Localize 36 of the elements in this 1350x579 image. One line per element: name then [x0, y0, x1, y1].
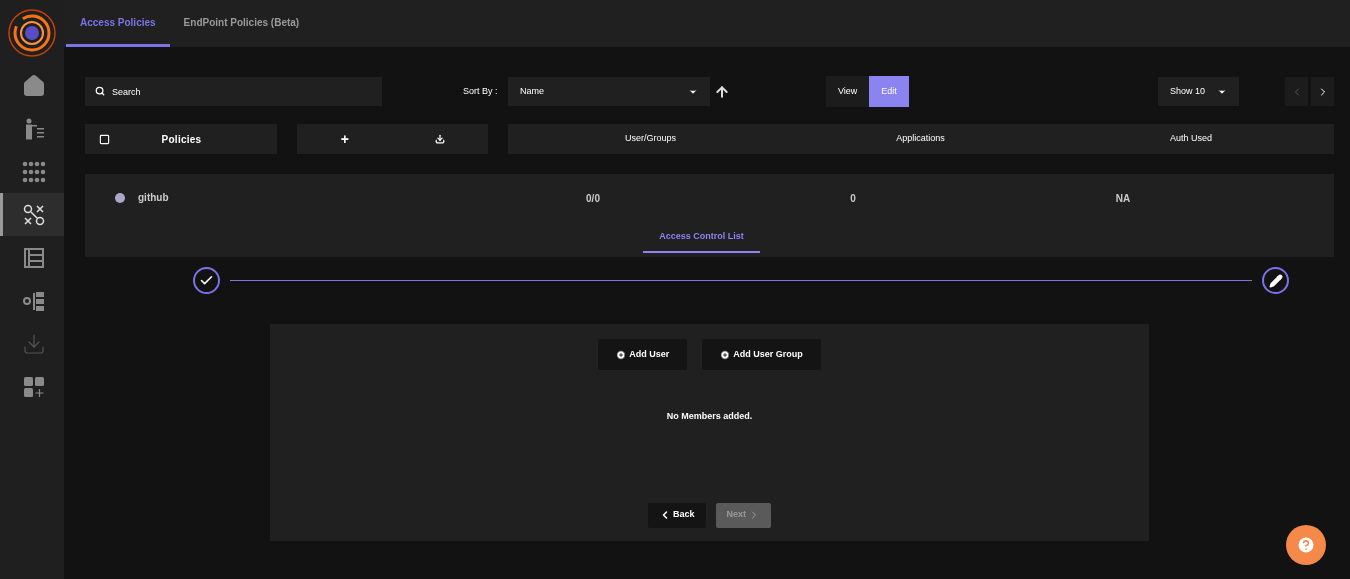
- page-size-select[interactable]: Show 10: [1158, 77, 1239, 106]
- column-header: Policies: [160, 132, 203, 147]
- add-member-button[interactable]: Add User: [598, 339, 688, 370]
- column-header: Applications: [895, 132, 946, 146]
- tab[interactable]: EndPoint Policies (Beta): [169, 0, 314, 47]
- apps-add-icon: [21, 374, 46, 399]
- home-icon: [21, 73, 46, 98]
- select-all-checkbox[interactable]: [99, 133, 110, 145]
- search-field[interactable]: Search: [85, 77, 382, 106]
- policy-name: github: [138, 190, 170, 205]
- search-icon: [95, 86, 105, 96]
- plus-circle-icon: [720, 349, 731, 360]
- back-button[interactable]: Back: [648, 502, 706, 528]
- subtab[interactable]: Access Control List: [643, 222, 760, 253]
- pencil-icon: [1268, 273, 1283, 288]
- add-member-button[interactable]: Add User Group: [702, 339, 821, 370]
- table-cell-text: 0: [849, 191, 857, 206]
- help-button[interactable]: [1286, 525, 1326, 565]
- tab[interactable]: Access Policies: [66, 0, 170, 47]
- plus-circle-icon: [616, 349, 627, 360]
- table-cell-text: 0/0: [585, 191, 601, 206]
- logo-icon: [7, 8, 57, 58]
- column-header: Auth Used: [1169, 132, 1213, 146]
- document-list-icon: [21, 245, 46, 270]
- sidebar-item[interactable]: [0, 193, 64, 236]
- policy-row[interactable]: github 0/0 0 NA Access Control List: [85, 174, 1334, 257]
- dot-grid-icon: [21, 159, 46, 184]
- sort-label: Sort By :: [463, 84, 499, 98]
- sort-select[interactable]: Name: [508, 77, 710, 106]
- download-icon: [435, 134, 446, 144]
- column-header: User/Groups: [624, 132, 677, 146]
- empty-message: No Members added.: [666, 410, 753, 423]
- help-icon: [1296, 535, 1316, 555]
- table-cell-text: NA: [1114, 191, 1132, 206]
- mode-toggle[interactable]: View: [826, 76, 870, 107]
- network-people-icon: [21, 202, 46, 227]
